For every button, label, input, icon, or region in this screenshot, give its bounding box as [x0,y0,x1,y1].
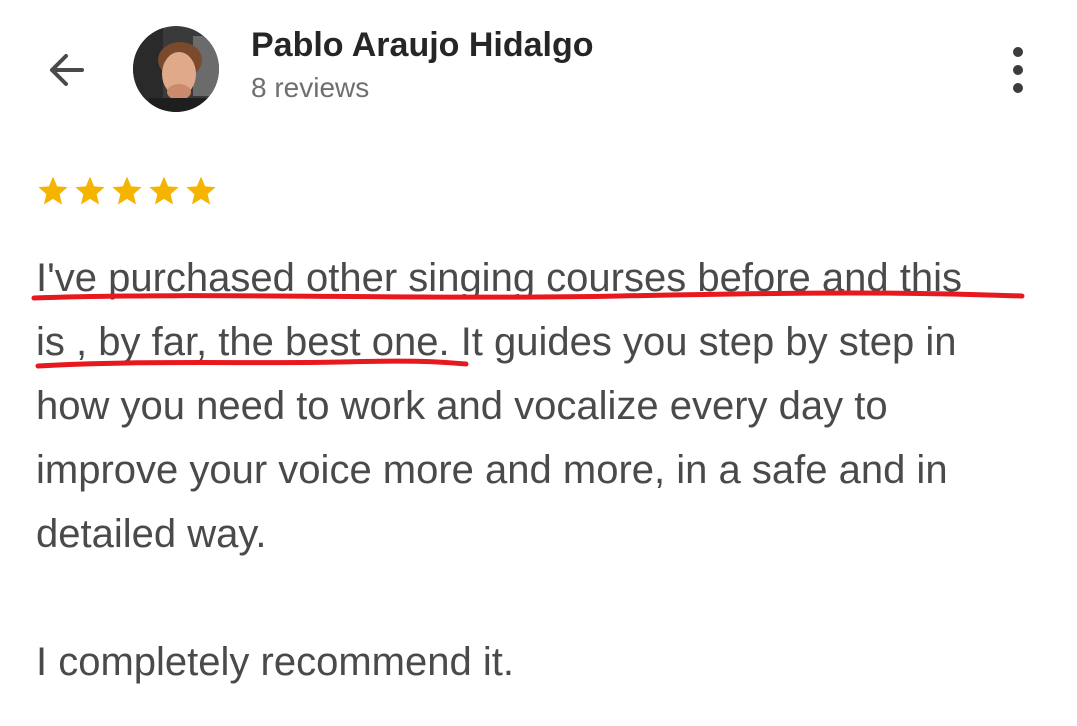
star-icon [38,176,68,205]
review-text-line: improve your voice more and more, in a s… [36,448,948,492]
star-icon [186,176,216,205]
star-icon [112,176,142,205]
review-text-line: I've purchased other singing courses bef… [36,256,962,300]
review-text-line: detailed way. [36,512,267,556]
review-text-line: how you need to work and vocalize every … [36,384,888,428]
reviewer-photo [133,26,219,112]
star-icon [75,176,105,205]
star-icon [149,176,179,205]
review-text-line: I completely recommend it. [36,640,514,684]
more-options-button[interactable] [996,40,1040,100]
reviewer-name: Pablo Araujo Hidalgo [251,26,594,64]
avatar[interactable] [133,26,219,112]
back-button[interactable] [38,42,94,98]
arrow-left-icon [50,54,84,86]
star-rating [36,174,218,208]
review-count[interactable]: 8 reviews [251,72,369,104]
more-vertical-icon [1013,47,1023,93]
review-text-line: is , by far, the best one. It guides you… [36,320,957,364]
